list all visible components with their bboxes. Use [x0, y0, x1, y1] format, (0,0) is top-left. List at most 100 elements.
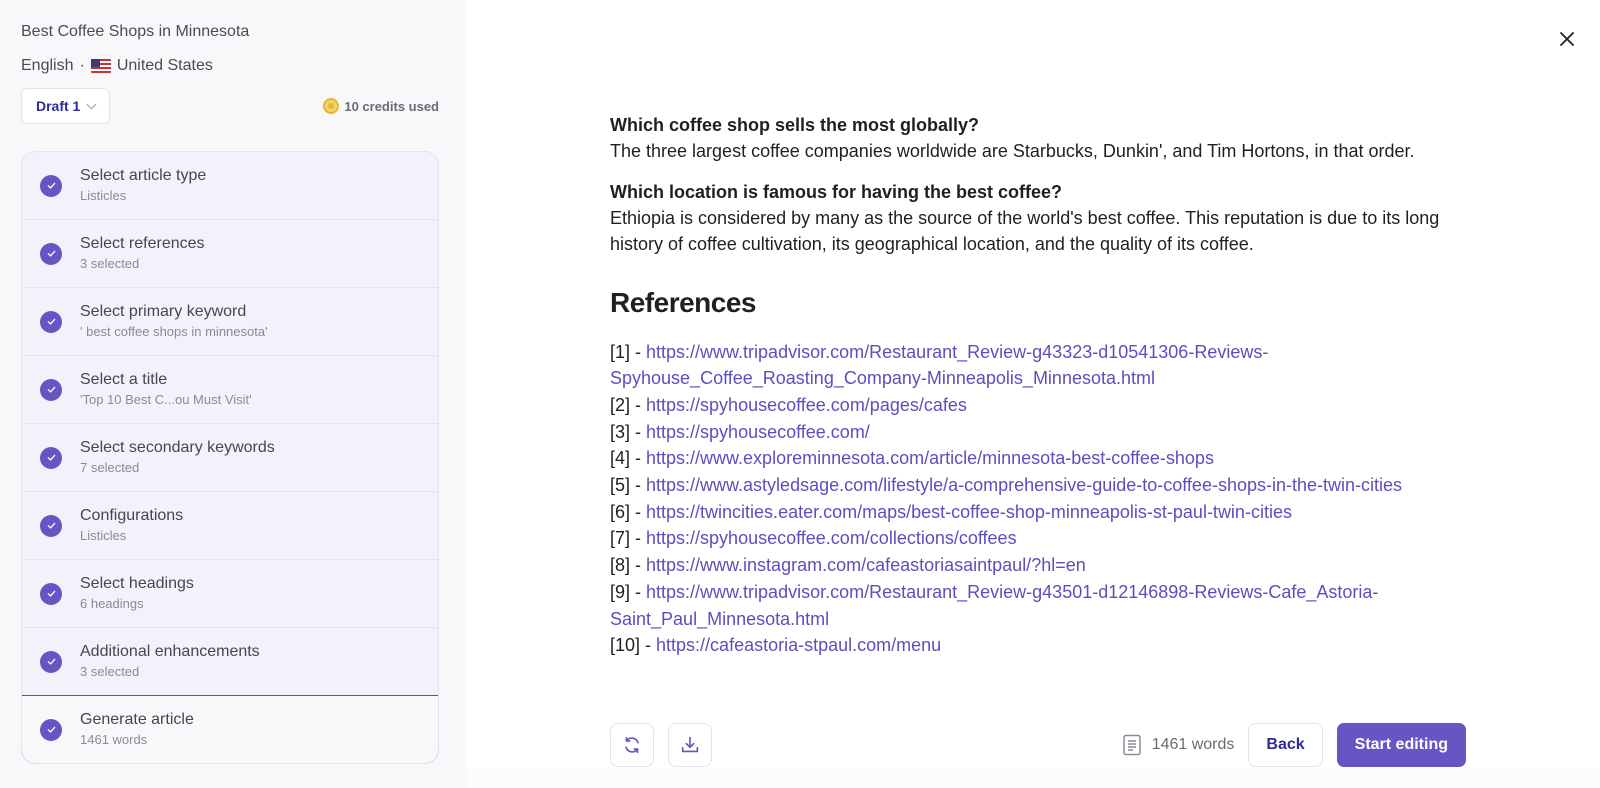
reference-item: [8] - https://www.instagram.com/cafeasto… — [610, 552, 1470, 579]
credits-label: 10 credits used — [344, 98, 439, 114]
reference-number: [9] - — [610, 581, 647, 602]
step-subtitle: 'Top 10 Best C...ou Must Visit' — [80, 392, 252, 407]
check-circle-icon — [40, 378, 62, 401]
step-item[interactable]: Configurations Listicles — [22, 492, 438, 560]
step-title: Select article type — [80, 167, 207, 184]
locale-info: English · United States — [21, 54, 439, 78]
step-item[interactable]: Select primary keyword ' best coffee shop… — [22, 288, 438, 356]
reference-number: [4] - — [610, 448, 647, 469]
download-button[interactable] — [668, 723, 712, 767]
reference-item: [6] - https://twincities.eater.com/maps/… — [610, 499, 1470, 526]
word-count-label: 1461 words — [1151, 736, 1235, 753]
reference-item: [3] - https://spyhousecoffee.com/ — [610, 419, 1470, 446]
check-circle-icon — [40, 310, 62, 333]
reference-number: [3] - — [610, 421, 647, 442]
reference-item: [4] - https://www.exploreminnesota.com/a… — [610, 445, 1470, 472]
word-count: 1461 words — [1122, 734, 1235, 756]
references-heading: References — [610, 286, 756, 318]
check-circle-icon — [40, 242, 62, 265]
check-circle-icon — [40, 174, 62, 197]
step-item[interactable]: Select secondary keywords 7 selected — [22, 424, 438, 492]
reference-link[interactable]: https://spyhousecoffee.com/ — [646, 422, 870, 442]
reference-item: [2] - https://spyhousecoffee.com/pages/c… — [610, 392, 1470, 419]
faq-item: Which location is famous for having the … — [610, 179, 1470, 258]
check-circle-icon — [40, 650, 62, 673]
references-list: [1] - https://www.tripadvisor.com/Restau… — [610, 339, 1470, 659]
refresh-icon — [625, 736, 639, 754]
close-button[interactable] — [1558, 30, 1576, 48]
step-subtitle: Listicles — [80, 528, 127, 543]
credits-indicator: 10 credits used — [323, 98, 439, 114]
reference-number: [2] - — [610, 394, 647, 415]
step-subtitle: 7 selected — [80, 460, 140, 475]
app-root: Best Coffee Shops in Minnesota English ·… — [0, 0, 1600, 788]
step-item[interactable]: Select references 3 selected — [22, 220, 438, 288]
step-list: Select article type Listicles Select refer… — [21, 151, 439, 764]
start-editing-button[interactable]: Start editing — [1336, 723, 1466, 767]
check-circle-icon — [40, 718, 62, 741]
reference-number: [1] - — [610, 341, 647, 362]
article-preview: Which coffee shop sells the most globall… — [466, 0, 1600, 788]
reference-link[interactable]: https://www.tripadvisor.com/Restaurant_R… — [610, 342, 1268, 389]
reference-number: [10] - — [610, 635, 657, 656]
article-body: Which coffee shop sells the most globall… — [610, 112, 1470, 659]
back-button[interactable]: Back — [1248, 723, 1323, 767]
reference-link[interactable]: https://www.exploreminnesota.com/article… — [646, 448, 1214, 468]
check-circle-icon — [40, 446, 62, 469]
step-item[interactable]: Select headings 6 headings — [22, 560, 438, 628]
reference-item: [7] - https://spyhousecoffee.com/collect… — [610, 525, 1470, 552]
reference-number: [5] - — [610, 475, 647, 496]
faq-question: Which location is famous for having the … — [610, 181, 1063, 202]
download-icon — [681, 736, 699, 753]
step-title: Additional enhancements — [80, 643, 260, 660]
chevron-down-icon — [86, 99, 97, 109]
draft-label: Draft 1 — [36, 98, 81, 114]
reference-link[interactable]: https://www.instagram.com/cafeastoriasai… — [646, 555, 1086, 575]
reference-number: [7] - — [610, 528, 647, 549]
us-flag-icon — [90, 59, 111, 73]
faq-question: Which coffee shop sells the most globall… — [610, 115, 980, 135]
step-item[interactable]: Additional enhancements 3 selected — [22, 628, 438, 696]
step-item[interactable]: Generate article 1461 words — [22, 695, 438, 763]
check-circle-icon — [40, 582, 62, 605]
step-item[interactable]: Select article type Listicles — [22, 152, 438, 220]
close-icon — [1560, 32, 1574, 46]
reference-number: [8] - — [610, 555, 647, 576]
reference-link[interactable]: https://www.astyledsage.com/lifestyle/a-… — [646, 475, 1402, 495]
reference-link[interactable]: https://spyhousecoffee.com/pages/cafes — [646, 395, 967, 415]
step-title: Generate article — [80, 711, 194, 728]
reference-item: [5] - https://www.astyledsage.com/lifest… — [610, 472, 1470, 499]
step-title: Select primary keyword — [80, 303, 247, 320]
regenerate-button[interactable] — [610, 723, 654, 767]
reference-link[interactable]: https://cafeastoria-stpaul.com/menu — [656, 635, 941, 655]
step-title: Select secondary keywords — [80, 439, 275, 456]
reference-link[interactable]: https://spyhousecoffee.com/collections/c… — [646, 528, 1017, 548]
reference-item: [9] - https://www.tripadvisor.com/Restau… — [610, 579, 1470, 632]
reference-item: [10] - https://cafeastoria-stpaul.com/me… — [610, 632, 1470, 659]
draft-dropdown[interactable]: Draft 1 — [21, 88, 111, 124]
document-title: Best Coffee Shops in Minnesota — [21, 23, 250, 40]
reference-link[interactable]: https://www.tripadvisor.com/Restaurant_R… — [610, 582, 1378, 629]
action-bar: 1461 words Back Start editing — [610, 722, 1466, 768]
reference-item: [1] - https://www.tripadvisor.com/Restau… — [610, 339, 1470, 392]
coin-icon — [323, 98, 340, 114]
reference-link[interactable]: https://twincities.eater.com/maps/best-c… — [646, 502, 1292, 522]
step-title: Select headings — [80, 575, 194, 592]
draft-row: Draft 1 10 credits used — [21, 88, 439, 124]
reference-number: [6] - — [610, 501, 647, 522]
step-title: Select a title — [80, 371, 168, 388]
faq-answer: Ethiopia is considered by many as the so… — [610, 207, 1440, 255]
step-subtitle: 6 headings — [80, 596, 144, 611]
step-subtitle: 1461 words — [80, 732, 148, 747]
separator: · — [79, 57, 85, 74]
bottom-strip — [466, 768, 1600, 788]
check-circle-icon — [40, 514, 62, 537]
step-title: Configurations — [80, 507, 184, 524]
step-title: Select references — [80, 235, 205, 252]
step-subtitle: ' best coffee shops in minnesota' — [80, 324, 268, 339]
faq-item: Which coffee shop sells the most globall… — [610, 112, 1470, 165]
step-item[interactable]: Select a title 'Top 10 Best C...ou Must V… — [22, 356, 438, 424]
document-icon — [1122, 734, 1141, 756]
step-subtitle: 3 selected — [80, 256, 140, 271]
sidebar: Best Coffee Shops in Minnesota English ·… — [0, 0, 466, 788]
